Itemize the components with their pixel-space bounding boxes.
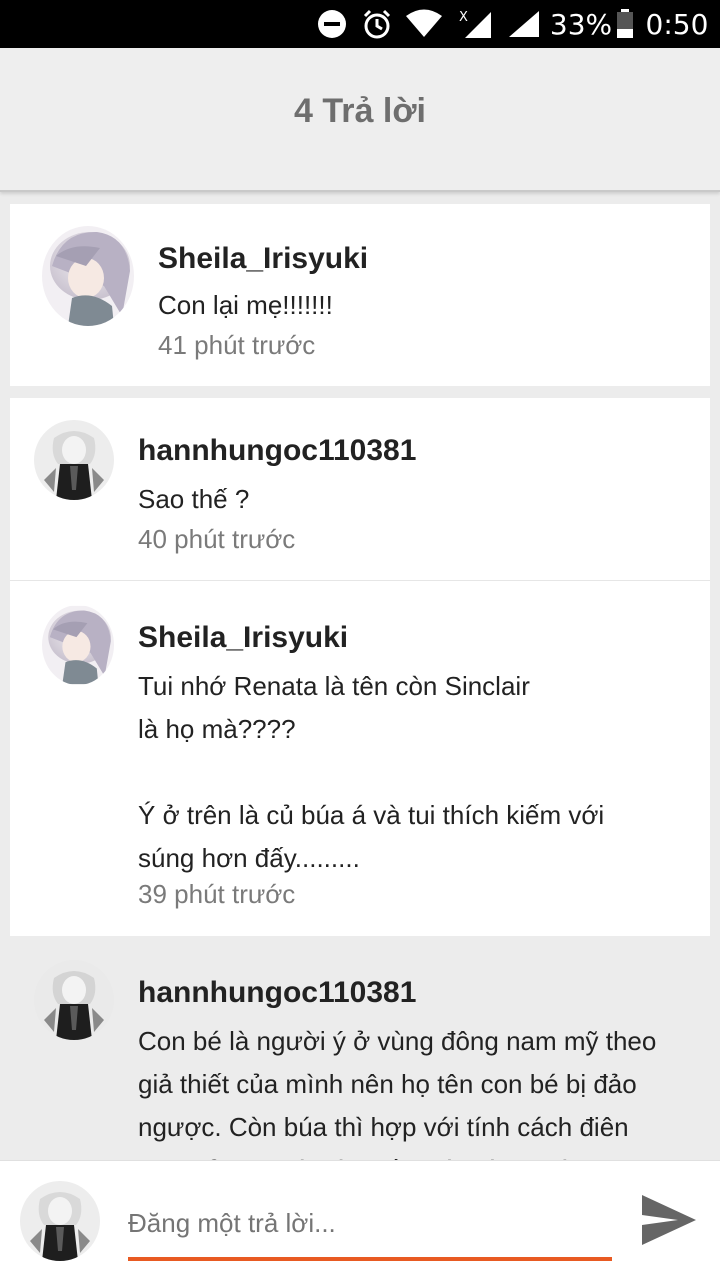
battery-percent: 33% [549,7,613,41]
signal-icon [506,0,542,48]
reply-item[interactable]: hannhungoc110381 Sao thế ? 40 phút trước [10,398,710,580]
send-button[interactable] [636,1187,702,1253]
svg-text:X: X [459,10,468,25]
reply-text: Con bé là người ý ở vùng đông nam mỹ the… [138,1026,657,1160]
reply-bar [0,1160,720,1280]
alarm-icon [360,0,394,48]
avatar[interactable] [42,226,134,326]
comment-timestamp: 41 phút trước [158,330,316,360]
battery-icon [614,0,636,48]
input-underline [128,1257,612,1261]
status-bar: X 33% 0:50 [0,0,720,48]
avatar[interactable] [34,420,114,500]
send-icon [640,1193,698,1247]
reply-username[interactable]: hannhungoc110381 [138,434,416,468]
reply-text: Tui nhớ Renata là tên còn Sinclair là họ… [138,671,605,873]
do-not-disturb-icon [316,0,348,48]
reply-item[interactable]: hannhungoc110381 Con bé là người ý ở vùn… [0,936,720,1160]
page-title: 4 Trả lời [294,92,426,130]
reply-username[interactable]: hannhungoc110381 [138,976,416,1010]
clock: 0:50 [645,7,709,41]
header: 4 Trả lời [0,48,720,192]
reply-timestamp: 40 phút trước [138,524,296,554]
comment-username[interactable]: Sheila_Irisyuki [158,242,368,276]
wifi-icon [404,0,444,48]
reply-username[interactable]: Sheila_Irisyuki [138,621,348,655]
avatar[interactable] [42,605,114,685]
avatar[interactable] [34,960,114,1040]
comment-text: Con lại mẹ!!!!!!! [158,290,333,320]
main-comment[interactable]: Sheila_Irisyuki Con lại mẹ!!!!!!! 41 phú… [10,204,710,386]
signal-no-data-icon: X [456,0,494,48]
reply-timestamp: 39 phút trước [138,879,296,909]
reply-input[interactable] [128,1201,612,1245]
reply-item[interactable]: Sheila_Irisyuki Tui nhớ Renata là tên cò… [10,580,710,936]
reply-text: Sao thế ? [138,484,250,514]
current-user-avatar[interactable] [20,1181,100,1261]
